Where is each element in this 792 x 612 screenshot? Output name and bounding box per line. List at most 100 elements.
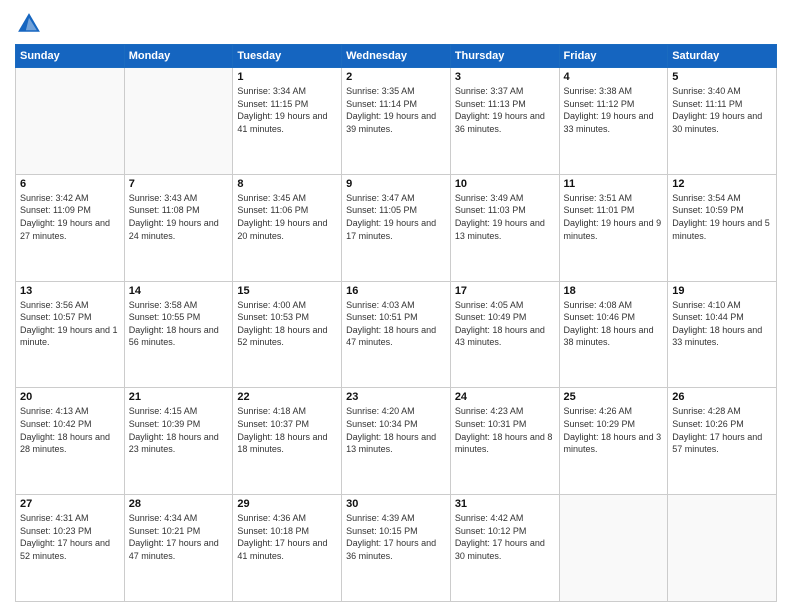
calendar-body: 1Sunrise: 3:34 AMSunset: 11:15 PMDayligh… xyxy=(16,68,777,602)
day-info: Sunrise: 4:20 AMSunset: 10:34 PMDaylight… xyxy=(346,405,446,455)
week-row-1: 6 Sunrise: 3:42 AMSunset: 11:09 PMDayligh… xyxy=(16,174,777,281)
day-number: 31 xyxy=(455,498,555,510)
day-info: Sunrise: 3:47 AMSunset: 11:05 PMDaylight… xyxy=(346,192,446,242)
day-number: 13 xyxy=(20,285,120,297)
calendar-cell: 28 Sunrise: 4:34 AMSunset: 10:21 PMDaylig… xyxy=(124,495,233,602)
calendar-cell: 19Sunrise: 4:10 AMSunset: 10:44 PMDaylig… xyxy=(668,281,777,388)
calendar-cell xyxy=(16,68,125,175)
logo-icon xyxy=(15,10,43,38)
calendar-cell: 5 Sunrise: 3:40 AMSunset: 11:11 PMDayligh… xyxy=(668,68,777,175)
calendar-cell: 11 Sunrise: 3:51 AMSunset: 11:01 PMDaylig… xyxy=(559,174,668,281)
day-number: 18 xyxy=(564,285,664,297)
day-info: Sunrise: 3:37 AMSunset: 11:13 PMDaylight… xyxy=(455,85,555,135)
calendar-cell: 7Sunrise: 3:43 AMSunset: 11:08 PMDayligh… xyxy=(124,174,233,281)
day-info: Sunrise: 3:43 AMSunset: 11:08 PMDaylight… xyxy=(129,192,229,242)
calendar-cell: 16 Sunrise: 4:03 AMSunset: 10:51 PMDaylig… xyxy=(342,281,451,388)
calendar-cell: 21Sunrise: 4:15 AMSunset: 10:39 PMDaylig… xyxy=(124,388,233,495)
day-info: Sunrise: 4:13 AMSunset: 10:42 PMDaylight… xyxy=(20,405,120,455)
day-number: 20 xyxy=(20,391,120,403)
calendar-cell: 20 Sunrise: 4:13 AMSunset: 10:42 PMDaylig… xyxy=(16,388,125,495)
day-number: 9 xyxy=(346,178,446,190)
calendar-cell: 15 Sunrise: 4:00 AMSunset: 10:53 PMDaylig… xyxy=(233,281,342,388)
day-number: 4 xyxy=(564,71,664,83)
calendar-cell: 23 Sunrise: 4:20 AMSunset: 10:34 PMDaylig… xyxy=(342,388,451,495)
day-info: Sunrise: 3:49 AMSunset: 11:03 PMDaylight… xyxy=(455,192,555,242)
day-info: Sunrise: 4:36 AMSunset: 10:18 PMDaylight… xyxy=(237,512,337,562)
dow-header-thursday: Thursday xyxy=(450,45,559,68)
dow-header-friday: Friday xyxy=(559,45,668,68)
day-info: Sunrise: 3:45 AMSunset: 11:06 PMDaylight… xyxy=(237,192,337,242)
day-number: 12 xyxy=(672,178,772,190)
day-info: Sunrise: 3:40 AMSunset: 11:11 PMDaylight… xyxy=(672,85,772,135)
day-info: Sunrise: 4:10 AMSunset: 10:44 PMDaylight… xyxy=(672,299,772,349)
calendar-cell: 2 Sunrise: 3:35 AMSunset: 11:14 PMDayligh… xyxy=(342,68,451,175)
calendar-cell: 6 Sunrise: 3:42 AMSunset: 11:09 PMDayligh… xyxy=(16,174,125,281)
day-number: 16 xyxy=(346,285,446,297)
day-info: Sunrise: 4:23 AMSunset: 10:31 PMDaylight… xyxy=(455,405,555,455)
day-number: 6 xyxy=(20,178,120,190)
day-info: Sunrise: 3:34 AMSunset: 11:15 PMDaylight… xyxy=(237,85,337,135)
day-number: 17 xyxy=(455,285,555,297)
day-number: 28 xyxy=(129,498,229,510)
header xyxy=(15,10,777,38)
calendar-cell xyxy=(559,495,668,602)
day-number: 15 xyxy=(237,285,337,297)
calendar-cell: 10 Sunrise: 3:49 AMSunset: 11:03 PMDaylig… xyxy=(450,174,559,281)
day-info: Sunrise: 4:05 AMSunset: 10:49 PMDaylight… xyxy=(455,299,555,349)
day-number: 8 xyxy=(237,178,337,190)
calendar-cell: 22Sunrise: 4:18 AMSunset: 10:37 PMDaylig… xyxy=(233,388,342,495)
day-info: Sunrise: 4:39 AMSunset: 10:15 PMDaylight… xyxy=(346,512,446,562)
calendar-cell: 27 Sunrise: 4:31 AMSunset: 10:23 PMDaylig… xyxy=(16,495,125,602)
calendar-cell: 13 Sunrise: 3:56 AMSunset: 10:57 PMDaylig… xyxy=(16,281,125,388)
calendar-cell: 8 Sunrise: 3:45 AMSunset: 11:06 PMDayligh… xyxy=(233,174,342,281)
day-number: 29 xyxy=(237,498,337,510)
calendar-cell: 14Sunrise: 3:58 AMSunset: 10:55 PMDaylig… xyxy=(124,281,233,388)
day-info: Sunrise: 4:42 AMSunset: 10:12 PMDaylight… xyxy=(455,512,555,562)
day-info: Sunrise: 4:28 AMSunset: 10:26 PMDaylight… xyxy=(672,405,772,455)
day-number: 27 xyxy=(20,498,120,510)
calendar-cell: 1Sunrise: 3:34 AMSunset: 11:15 PMDayligh… xyxy=(233,68,342,175)
calendar-cell xyxy=(668,495,777,602)
day-number: 10 xyxy=(455,178,555,190)
day-number: 25 xyxy=(564,391,664,403)
calendar-cell: 26 Sunrise: 4:28 AMSunset: 10:26 PMDaylig… xyxy=(668,388,777,495)
calendar-cell: 3 Sunrise: 3:37 AMSunset: 11:13 PMDayligh… xyxy=(450,68,559,175)
day-info: Sunrise: 3:56 AMSunset: 10:57 PMDaylight… xyxy=(20,299,120,349)
day-info: Sunrise: 4:31 AMSunset: 10:23 PMDaylight… xyxy=(20,512,120,562)
calendar-cell: 24Sunrise: 4:23 AMSunset: 10:31 PMDaylig… xyxy=(450,388,559,495)
day-number: 2 xyxy=(346,71,446,83)
dow-header-sunday: Sunday xyxy=(16,45,125,68)
day-number: 22 xyxy=(237,391,337,403)
calendar-cell: 30Sunrise: 4:39 AMSunset: 10:15 PMDaylig… xyxy=(342,495,451,602)
day-info: Sunrise: 4:03 AMSunset: 10:51 PMDaylight… xyxy=(346,299,446,349)
calendar-cell: 25 Sunrise: 4:26 AMSunset: 10:29 PMDaylig… xyxy=(559,388,668,495)
day-info: Sunrise: 4:26 AMSunset: 10:29 PMDaylight… xyxy=(564,405,664,455)
day-info: Sunrise: 4:34 AMSunset: 10:21 PMDaylight… xyxy=(129,512,229,562)
day-number: 23 xyxy=(346,391,446,403)
day-of-week-row: SundayMondayTuesdayWednesdayThursdayFrid… xyxy=(16,45,777,68)
day-number: 21 xyxy=(129,391,229,403)
day-info: Sunrise: 3:35 AMSunset: 11:14 PMDaylight… xyxy=(346,85,446,135)
calendar-cell: 9 Sunrise: 3:47 AMSunset: 11:05 PMDayligh… xyxy=(342,174,451,281)
day-info: Sunrise: 4:08 AMSunset: 10:46 PMDaylight… xyxy=(564,299,664,349)
week-row-2: 13 Sunrise: 3:56 AMSunset: 10:57 PMDaylig… xyxy=(16,281,777,388)
day-number: 11 xyxy=(564,178,664,190)
calendar-cell: 4 Sunrise: 3:38 AMSunset: 11:12 PMDayligh… xyxy=(559,68,668,175)
day-info: Sunrise: 3:42 AMSunset: 11:09 PMDaylight… xyxy=(20,192,120,242)
day-info: Sunrise: 3:38 AMSunset: 11:12 PMDaylight… xyxy=(564,85,664,135)
day-number: 14 xyxy=(129,285,229,297)
logo xyxy=(15,10,47,38)
calendar-cell xyxy=(124,68,233,175)
day-number: 3 xyxy=(455,71,555,83)
day-number: 5 xyxy=(672,71,772,83)
day-info: Sunrise: 3:51 AMSunset: 11:01 PMDaylight… xyxy=(564,192,664,242)
calendar-cell: 17 Sunrise: 4:05 AMSunset: 10:49 PMDaylig… xyxy=(450,281,559,388)
week-row-3: 20 Sunrise: 4:13 AMSunset: 10:42 PMDaylig… xyxy=(16,388,777,495)
calendar-cell: 12Sunrise: 3:54 AMSunset: 10:59 PMDaylig… xyxy=(668,174,777,281)
day-info: Sunrise: 4:00 AMSunset: 10:53 PMDaylight… xyxy=(237,299,337,349)
week-row-4: 27 Sunrise: 4:31 AMSunset: 10:23 PMDaylig… xyxy=(16,495,777,602)
dow-header-monday: Monday xyxy=(124,45,233,68)
calendar-cell: 18 Sunrise: 4:08 AMSunset: 10:46 PMDaylig… xyxy=(559,281,668,388)
day-number: 26 xyxy=(672,391,772,403)
dow-header-wednesday: Wednesday xyxy=(342,45,451,68)
